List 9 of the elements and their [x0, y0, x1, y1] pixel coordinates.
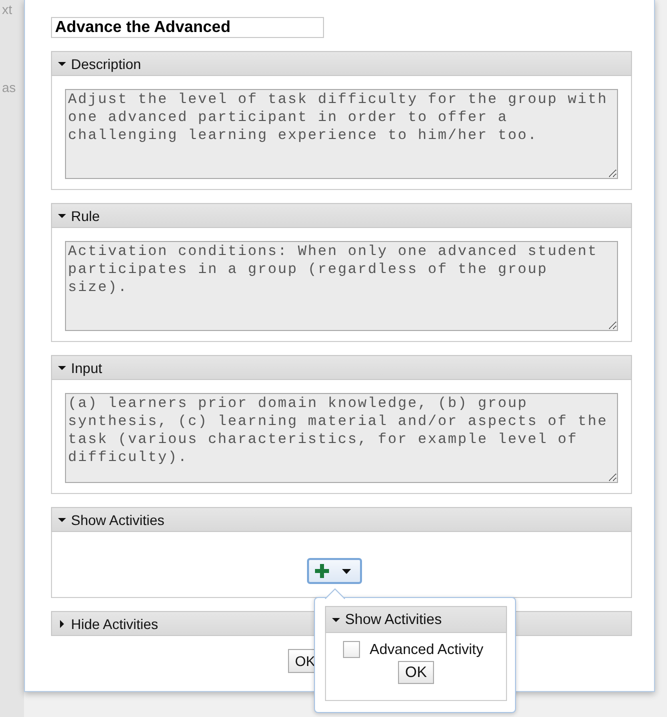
background-text: as	[2, 80, 16, 95]
panel-title: Description	[71, 56, 142, 72]
option-label: Advanced Activity	[370, 642, 484, 658]
panel-title: Show Activities	[345, 612, 442, 628]
background-text: xt	[2, 2, 12, 17]
panel-title: Rule	[71, 208, 100, 224]
panel-title: Show Activities	[71, 512, 164, 528]
panel-title: Hide Activities	[71, 616, 158, 632]
panel-title: Input	[71, 360, 102, 376]
